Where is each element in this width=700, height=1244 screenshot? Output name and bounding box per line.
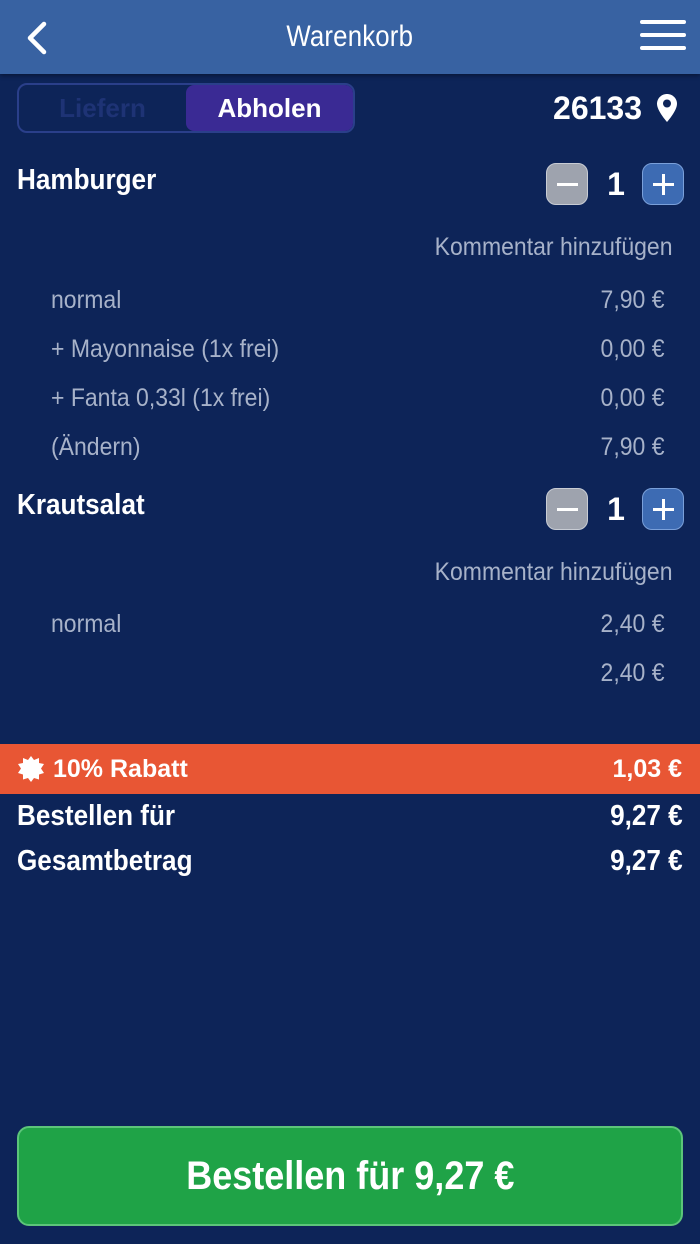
top-bar: Warenkorb bbox=[0, 0, 700, 74]
plus-icon[interactable] bbox=[642, 488, 684, 530]
place-order-label: Bestellen für 9,27 € bbox=[185, 1153, 515, 1198]
plus-icon[interactable] bbox=[642, 163, 684, 205]
item-subtotal: 7,90 € bbox=[601, 432, 665, 461]
line-price: 2,40 € bbox=[601, 609, 665, 638]
item-line: 2,40 € bbox=[51, 655, 665, 691]
minus-icon[interactable] bbox=[546, 488, 588, 530]
discount-amount: 1,03 € bbox=[612, 754, 682, 783]
item-subtotal: 2,40 € bbox=[601, 658, 665, 687]
order-for-label: Bestellen für bbox=[17, 800, 176, 832]
toggle-option-liefern[interactable]: Liefern bbox=[19, 85, 186, 131]
line-price: 0,00 € bbox=[601, 383, 665, 412]
place-order-button[interactable]: Bestellen für 9,27 € bbox=[17, 1126, 683, 1226]
line-price: 0,00 € bbox=[601, 334, 665, 363]
line-label: normal bbox=[51, 285, 122, 314]
cart-item-name[interactable]: Krautsalat bbox=[17, 489, 145, 522]
discount-banner: 10% Rabatt 1,03 € bbox=[0, 744, 700, 794]
item-line: normal 2,40 € bbox=[51, 606, 665, 642]
total-row: Gesamtbetrag 9,27 € bbox=[17, 845, 683, 878]
hamburger-menu-icon[interactable] bbox=[640, 20, 686, 54]
quantity-value: 1 bbox=[607, 166, 625, 202]
discount-label: 10% Rabatt bbox=[53, 754, 188, 783]
add-comment-link[interactable]: Kommentar hinzufügen bbox=[434, 558, 672, 587]
minus-icon[interactable] bbox=[546, 163, 588, 205]
order-for-value: 9,27 € bbox=[610, 800, 683, 832]
total-value: 9,27 € bbox=[610, 845, 683, 877]
edit-item-link[interactable]: (Ändern) bbox=[51, 433, 140, 462]
quantity-stepper: 1 bbox=[546, 488, 684, 530]
item-line: normal 7,90 € bbox=[51, 282, 665, 318]
back-chevron-icon[interactable] bbox=[22, 20, 52, 56]
quantity-value: 1 bbox=[607, 491, 625, 527]
total-label: Gesamtbetrag bbox=[17, 845, 193, 877]
page-title: Warenkorb bbox=[286, 20, 414, 53]
location-zip[interactable]: 26133 bbox=[553, 88, 678, 128]
line-label: + Mayonnaise (1x frei) bbox=[51, 334, 280, 363]
line-label: + Fanta 0,33l (1x frei) bbox=[51, 383, 271, 412]
quantity-stepper: 1 bbox=[546, 163, 684, 205]
line-label: normal bbox=[51, 609, 122, 638]
zip-code: 26133 bbox=[553, 89, 642, 126]
add-comment-link[interactable]: Kommentar hinzufügen bbox=[434, 233, 672, 262]
delivery-mode-toggle: Liefern Abholen bbox=[17, 83, 355, 133]
toggle-option-abholen[interactable]: Abholen bbox=[186, 85, 353, 131]
cart-item-name[interactable]: Hamburger bbox=[17, 164, 156, 197]
order-for-row: Bestellen für 9,27 € bbox=[17, 800, 683, 833]
badge-icon bbox=[18, 756, 44, 782]
line-price: 7,90 € bbox=[601, 285, 665, 314]
location-pin-icon bbox=[657, 94, 677, 122]
item-line: (Ändern) 7,90 € bbox=[51, 429, 665, 465]
item-line: + Fanta 0,33l (1x frei) 0,00 € bbox=[51, 380, 665, 416]
item-line: + Mayonnaise (1x frei) 0,00 € bbox=[51, 331, 665, 367]
